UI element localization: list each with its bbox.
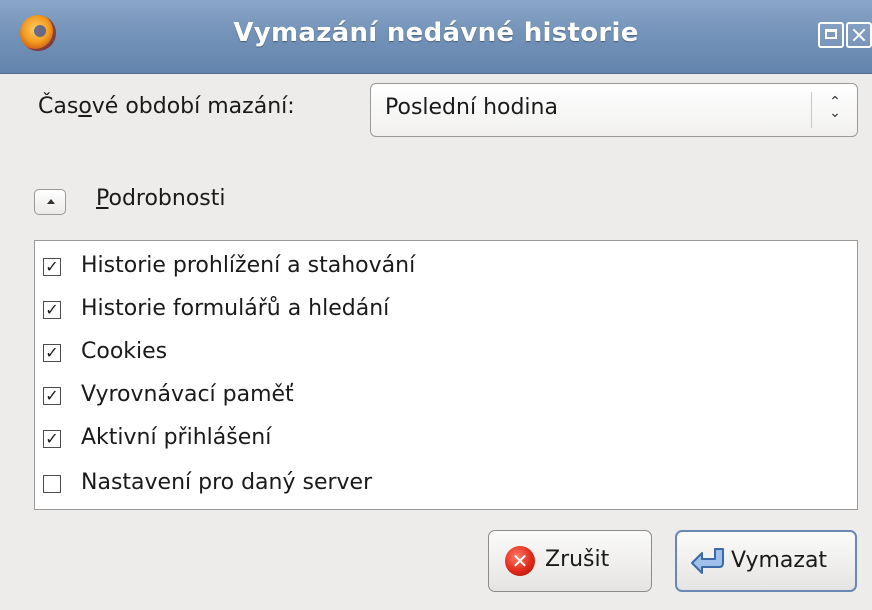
cancel-button[interactable]: ✕ Zrušit xyxy=(488,530,652,592)
clear-now-button-label: Vymazat xyxy=(731,548,828,573)
combo-separator xyxy=(811,92,812,128)
checkbox[interactable] xyxy=(43,475,61,493)
cancel-x-icon: ✕ xyxy=(505,546,535,576)
time-range-label: Časové období mazání: xyxy=(38,94,295,119)
checkbox-label: Historie prohlížení a stahování xyxy=(81,253,416,278)
close-icon[interactable] xyxy=(846,22,872,48)
checkbox[interactable]: ✓ xyxy=(43,430,61,448)
window-title: Vymazání nedávné historie xyxy=(233,18,639,48)
enter-arrow-icon xyxy=(691,548,724,574)
clear-history-dialog: Vymazání nedávné historie Časové období … xyxy=(0,0,872,610)
checkbox-label: Historie formulářů a hledání xyxy=(81,296,390,321)
titlebar[interactable]: Vymazání nedávné historie xyxy=(0,0,872,74)
up-down-arrows-icon: ⌃ ⌄ xyxy=(829,94,841,121)
checkbox[interactable]: ✓ xyxy=(43,258,61,276)
clear-now-button[interactable]: Vymazat xyxy=(675,530,857,592)
details-expander-button[interactable] xyxy=(34,189,66,215)
checkbox-label: Cookies xyxy=(81,339,168,364)
cancel-button-label: Zrušit xyxy=(545,547,610,572)
details-label[interactable]: Podrobnosti xyxy=(96,186,226,211)
checkbox-label: Vyrovnávací paměť xyxy=(81,382,294,407)
history-items-list: ✓ Historie prohlížení a stahování ✓ Hist… xyxy=(34,240,858,510)
checkbox-label: Nastavení pro daný server xyxy=(81,470,373,495)
maximize-icon[interactable] xyxy=(818,22,844,48)
checkbox[interactable]: ✓ xyxy=(43,301,61,319)
time-range-value: Poslední hodina xyxy=(385,95,558,120)
checkbox[interactable]: ✓ xyxy=(43,344,61,362)
time-range-select[interactable]: Poslední hodina ⌃ ⌄ xyxy=(370,83,858,137)
checkbox[interactable]: ✓ xyxy=(43,387,61,405)
checkbox-label: Aktivní přihlášení xyxy=(81,425,272,450)
